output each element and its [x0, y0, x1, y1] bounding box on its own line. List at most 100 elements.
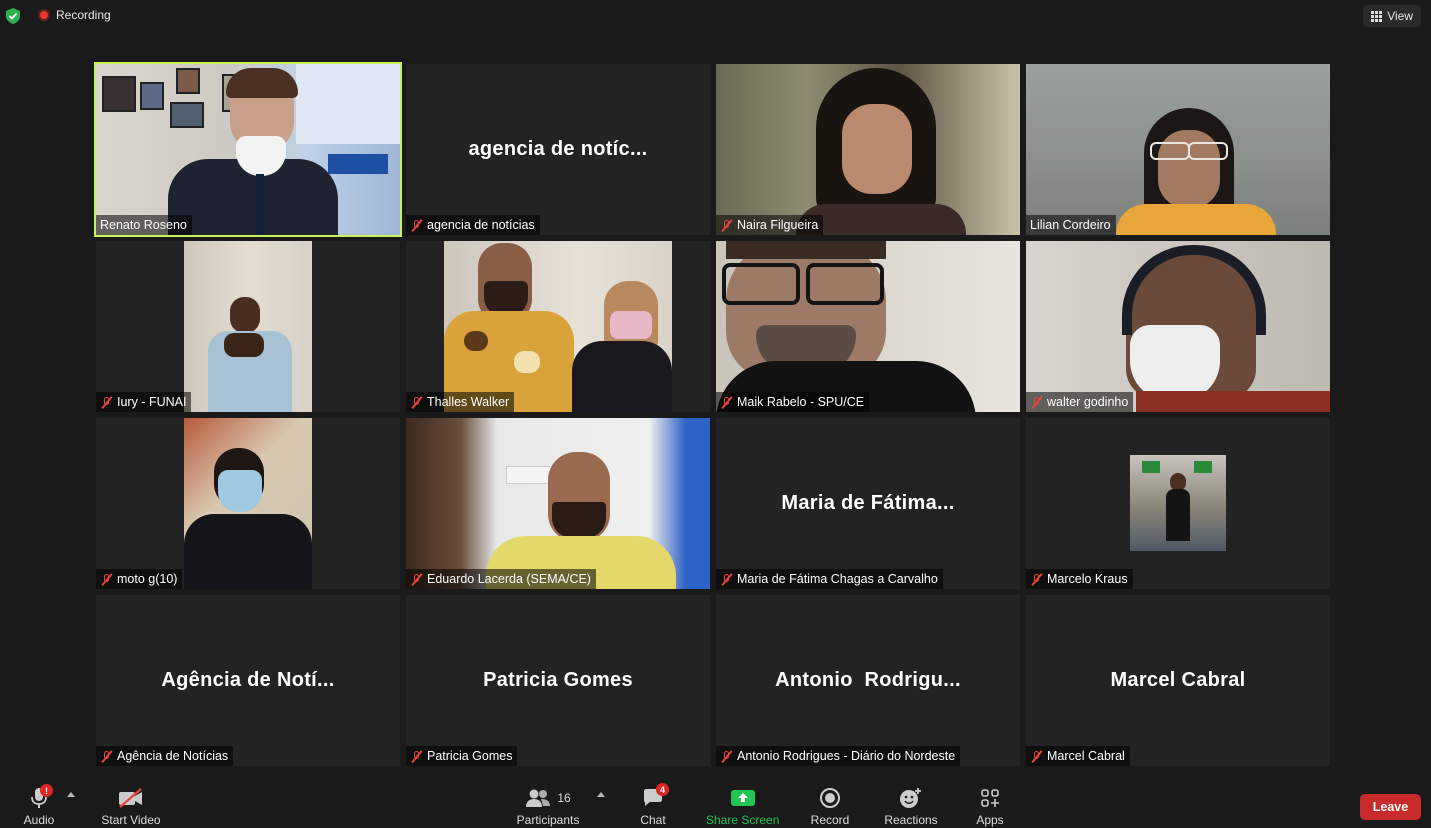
participant-name-bar: moto g(10) [96, 569, 183, 589]
participant-name: Thalles Walker [427, 395, 510, 409]
participant-video [444, 241, 672, 412]
video-tile-patricia-gomes[interactable]: Patricia Gomes Patricia Gomes [406, 595, 710, 766]
start-video-button[interactable]: Start Video [101, 786, 161, 827]
chat-unread-badge: 4 [656, 783, 669, 796]
video-tile-moto-g10[interactable]: moto g(10) [96, 418, 400, 589]
video-tile-marcelo-kraus[interactable]: Marcelo Kraus [1026, 418, 1330, 589]
participant-name-bar: Agência de Notícias [96, 746, 234, 766]
view-button[interactable]: View [1363, 5, 1421, 27]
participant-name-bar: Patricia Gomes [406, 746, 518, 766]
participant-name-bar: Lilian Cordeiro [1026, 215, 1116, 235]
video-tile-antonio-rodrigues[interactable]: Antonio Rodrigu... Antonio Rodrigues - D… [716, 595, 1020, 766]
video-tile-agencia-de-noticias-2[interactable]: Agência de Notí... Agência de Notícias [96, 595, 400, 766]
participant-name: moto g(10) [117, 572, 178, 586]
participant-name: Renato Roseno [100, 218, 187, 232]
apps-button[interactable]: Apps [973, 786, 1007, 827]
video-tile-agencia-de-noticias[interactable]: agencia de notíc... agencia de notícias [406, 64, 710, 235]
participant-name: Maik Rabelo - SPU/CE [737, 395, 865, 409]
meeting-toolbar: ! Audio Start Video 16 Participants 4 Ch… [0, 776, 1431, 828]
participant-video [184, 241, 312, 412]
share-screen-label: Share Screen [706, 813, 780, 827]
participant-display-name: Marcel Cabral [1110, 669, 1246, 691]
video-tile-iury-funai[interactable]: Iury - FUNAI [96, 241, 400, 412]
participant-name-bar: Marcelo Kraus [1026, 569, 1133, 589]
participant-name: walter godinho [1047, 395, 1129, 409]
record-button[interactable]: Record [810, 786, 850, 827]
participant-video [1026, 241, 1330, 412]
participants-icon [526, 789, 551, 807]
participant-display-name: Antonio Rodrigu... [775, 669, 961, 691]
reactions-button[interactable]: Reactions [884, 786, 938, 827]
participant-name-bar: agencia de notícias [406, 215, 540, 235]
participant-name-bar: Marcel Cabral [1026, 746, 1130, 766]
video-tile-thalles-walker[interactable]: Thalles Walker [406, 241, 710, 412]
view-label: View [1387, 9, 1413, 23]
participant-display-name: Maria de Fátima... [781, 492, 955, 514]
start-video-label: Start Video [101, 813, 161, 827]
reactions-smiley-icon [900, 788, 921, 808]
participant-name-bar: Maik Rabelo - SPU/CE [716, 392, 870, 412]
muted-microphone-icon [720, 219, 733, 232]
participants-button[interactable]: 16 Participants [516, 786, 580, 827]
apps-icon [981, 789, 999, 807]
recording-indicator[interactable]: Recording [38, 8, 111, 22]
video-tile-maik-rabelo[interactable]: Maik Rabelo - SPU/CE [716, 241, 1020, 412]
audio-button[interactable]: ! Audio [20, 784, 58, 827]
participant-video [716, 241, 1020, 412]
muted-microphone-icon [1030, 573, 1043, 586]
share-screen-icon [730, 790, 755, 806]
video-tile-renato-roseno[interactable]: Renato Roseno [94, 62, 402, 237]
share-screen-button[interactable]: Share Screen [706, 786, 779, 827]
video-tile-maria-de-fatima[interactable]: Maria de Fátima... Maria de Fátima Chaga… [716, 418, 1020, 589]
participant-name: Iury - FUNAI [117, 395, 187, 409]
muted-microphone-icon [410, 573, 423, 586]
participant-name-bar: Maria de Fátima Chagas a Carvalho [716, 569, 943, 589]
participant-name-bar: walter godinho [1026, 392, 1134, 412]
audio-label: Audio [23, 813, 55, 827]
participant-name: Naira Filgueira [737, 218, 819, 232]
recording-dot-icon [38, 9, 50, 21]
muted-microphone-icon [720, 573, 733, 586]
participant-display-name: Patricia Gomes [483, 669, 633, 691]
participant-name-bar: Renato Roseno [96, 215, 192, 235]
participant-name-bar: Iury - FUNAI [96, 392, 192, 412]
reactions-label: Reactions [884, 813, 938, 827]
participant-name: agencia de notícias [427, 218, 535, 232]
participant-name: Eduardo Lacerda (SEMA/CE) [427, 572, 591, 586]
participant-name: Marcel Cabral [1047, 749, 1125, 763]
video-tile-naira-filgueira[interactable]: Naira Filgueira [716, 64, 1020, 235]
record-icon [820, 788, 840, 808]
video-tile-walter-godinho[interactable]: walter godinho [1026, 241, 1330, 412]
video-tile-marcel-cabral[interactable]: Marcel Cabral Marcel Cabral [1026, 595, 1330, 766]
participant-display-name: Agência de Notí... [161, 669, 335, 691]
participant-name-bar: Antonio Rodrigues - Diário do Nordeste [716, 746, 961, 766]
chat-label: Chat [640, 813, 666, 827]
leave-button[interactable]: Leave [1360, 794, 1421, 820]
muted-microphone-icon [410, 219, 423, 232]
security-shield-icon[interactable] [6, 8, 20, 24]
muted-microphone-icon [410, 396, 423, 409]
participant-video [184, 418, 312, 589]
participant-name: Marcelo Kraus [1047, 572, 1128, 586]
participant-name: Maria de Fátima Chagas a Carvalho [737, 572, 938, 586]
participant-name: Antonio Rodrigues - Diário do Nordeste [737, 749, 956, 763]
participant-name-bar: Eduardo Lacerda (SEMA/CE) [406, 569, 596, 589]
participant-video [1026, 64, 1330, 235]
participant-video [406, 418, 710, 589]
top-bar: Recording View [0, 0, 1431, 32]
participant-name-bar: Naira Filgueira [716, 215, 824, 235]
muted-microphone-icon [100, 573, 113, 586]
video-tile-lilian-cordeiro[interactable]: Lilian Cordeiro [1026, 64, 1330, 235]
participant-video [716, 64, 1020, 235]
muted-microphone-icon [100, 396, 113, 409]
muted-microphone-icon [100, 750, 113, 763]
record-label: Record [810, 813, 850, 827]
participants-count: 16 [557, 791, 571, 805]
chat-button[interactable]: 4 Chat [636, 783, 670, 827]
muted-microphone-icon [1030, 396, 1043, 409]
participants-options-chevron-up-icon[interactable] [597, 792, 605, 797]
video-tile-eduardo-lacerda[interactable]: Eduardo Lacerda (SEMA/CE) [406, 418, 710, 589]
video-off-icon [119, 788, 142, 808]
audio-options-chevron-up-icon[interactable] [67, 792, 75, 797]
participant-name: Patricia Gomes [427, 749, 513, 763]
